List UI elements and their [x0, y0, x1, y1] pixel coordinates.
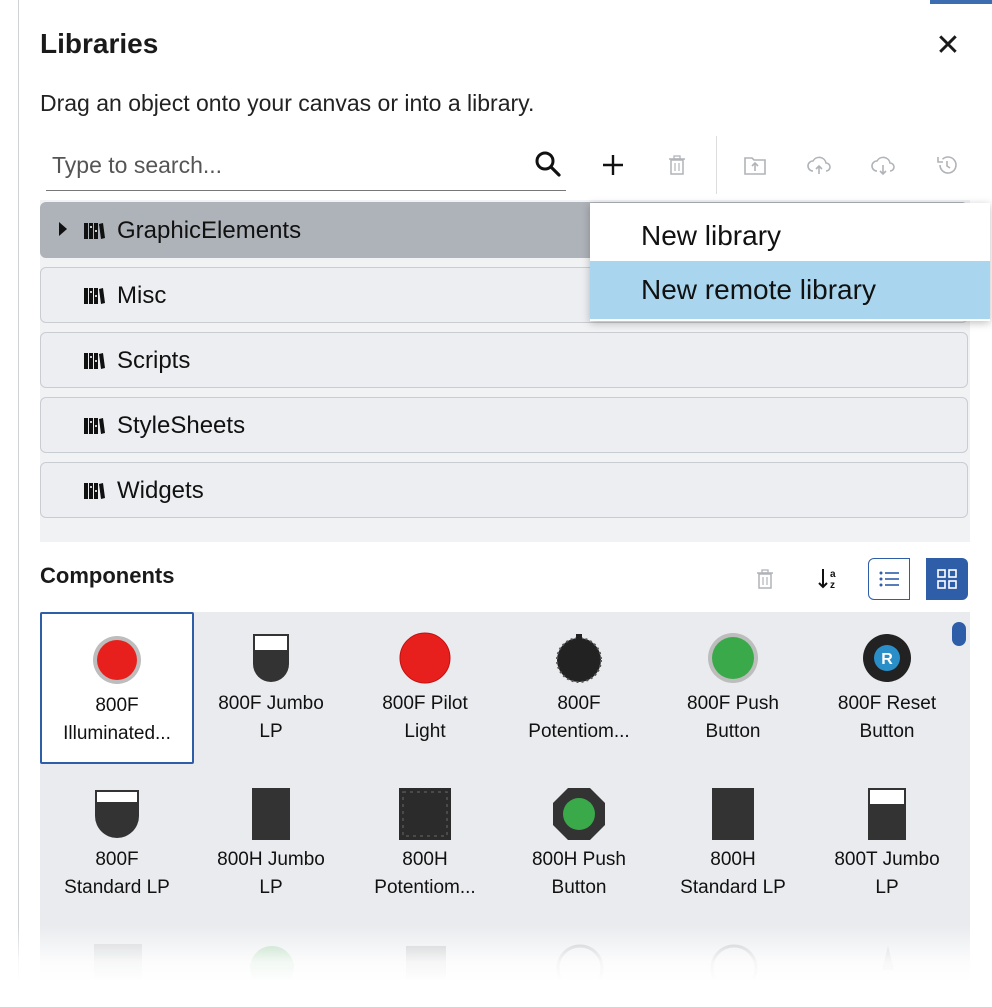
- library-books-icon: [83, 416, 105, 441]
- component-label: 800F Potentiom...: [528, 693, 630, 742]
- dark-rect-icon: [705, 786, 761, 842]
- component-label: 800F Jumbo LP: [218, 693, 324, 742]
- list-view-icon[interactable]: [868, 558, 910, 600]
- bottom-fade: [0, 925, 992, 1007]
- expand-caret-icon[interactable]: [59, 222, 67, 236]
- library-item-stylesheets[interactable]: StyleSheets: [40, 397, 968, 453]
- close-icon[interactable]: ✕: [930, 28, 966, 64]
- add-icon[interactable]: [596, 148, 630, 182]
- menu-item-new-remote-library[interactable]: New remote library: [590, 261, 990, 319]
- component-tile[interactable]: 800H Jumbo LP: [194, 768, 348, 920]
- potentiometer-icon: [551, 630, 607, 686]
- component-tile[interactable]: 800F Illuminated...: [40, 612, 194, 764]
- octagon-green-button-icon: [551, 786, 607, 842]
- jumbo-lp-icon: [243, 630, 299, 686]
- library-label: StyleSheets: [117, 412, 246, 439]
- library-books-icon: [83, 286, 105, 311]
- reset-button-icon: R: [859, 630, 915, 686]
- component-label: 800F Standard LP: [64, 849, 170, 898]
- component-tile[interactable]: 800T Jumbo LP: [810, 768, 964, 920]
- trash-icon[interactable]: [744, 558, 786, 600]
- component-tile[interactable]: 800H Potentiom...: [348, 768, 502, 920]
- square-potentiometer-icon: [397, 786, 453, 842]
- library-label: Widgets: [117, 477, 204, 504]
- red-illuminated-button-icon: [89, 632, 145, 688]
- library-books-icon: [83, 351, 105, 376]
- svg-text:R: R: [881, 651, 893, 668]
- history-icon[interactable]: [930, 148, 964, 182]
- component-tile[interactable]: 800F Standard LP: [40, 768, 194, 920]
- component-label: 800H Push Button: [531, 849, 626, 898]
- library-item-scripts[interactable]: Scripts: [40, 332, 968, 388]
- component-tile[interactable]: 800H Standard LP: [656, 768, 810, 920]
- download-cloud-icon[interactable]: [866, 148, 900, 182]
- component-label: 800F Push Button: [687, 693, 779, 742]
- component-label: 800T Jumbo LP: [834, 849, 940, 898]
- component-label: 800F Reset Button: [837, 693, 937, 742]
- menu-item-new-library[interactable]: New library: [590, 207, 990, 265]
- panel-subtitle: Drag an object onto your canvas or into …: [40, 90, 535, 116]
- library-books-icon: [83, 481, 105, 506]
- library-item-widgets[interactable]: Widgets: [40, 462, 968, 518]
- component-tile[interactable]: 800F Pilot Light: [348, 612, 502, 764]
- panel-title: Libraries: [40, 28, 159, 59]
- green-push-button-icon: [705, 630, 761, 686]
- search-icon[interactable]: [534, 150, 562, 183]
- component-tile[interactable]: 800F Jumbo LP: [194, 612, 348, 764]
- component-label: 800H Standard LP: [680, 849, 786, 898]
- library-label: Misc: [117, 282, 167, 309]
- component-label: 800H Jumbo LP: [217, 849, 325, 898]
- components-title: Components: [40, 563, 175, 588]
- standard-lp-icon: [89, 786, 145, 842]
- upload-cloud-icon[interactable]: [802, 148, 836, 182]
- dark-rect-icon: [243, 786, 299, 842]
- component-tile[interactable]: R 800F Reset Button: [810, 612, 964, 764]
- red-pilot-light-icon: [397, 630, 453, 686]
- grid-view-icon[interactable]: [926, 558, 968, 600]
- component-tile[interactable]: 800F Push Button: [656, 612, 810, 764]
- add-library-menu: New library New remote library: [590, 203, 990, 321]
- component-label: 800F Illuminated...: [63, 695, 171, 744]
- component-label: 800F Pilot Light: [382, 693, 468, 742]
- component-label: 800H Potentiom...: [374, 849, 476, 898]
- search-bar: [46, 140, 566, 191]
- component-tile[interactable]: 800F Potentiom...: [502, 612, 656, 764]
- library-books-icon: [83, 221, 105, 246]
- library-label: Scripts: [117, 347, 191, 374]
- toolbar-separator: [716, 136, 717, 194]
- trash-icon[interactable]: [660, 148, 694, 182]
- component-tile[interactable]: 800H Push Button: [502, 768, 656, 920]
- jumbo-lp-square-icon: [859, 786, 915, 842]
- window-accent: [930, 0, 992, 4]
- svg-text:a: a: [830, 569, 836, 580]
- svg-text:z: z: [830, 580, 835, 591]
- sort-az-icon[interactable]: az: [808, 558, 850, 600]
- library-label: GraphicElements: [117, 217, 302, 244]
- search-input[interactable]: [50, 146, 514, 184]
- import-icon[interactable]: [738, 148, 772, 182]
